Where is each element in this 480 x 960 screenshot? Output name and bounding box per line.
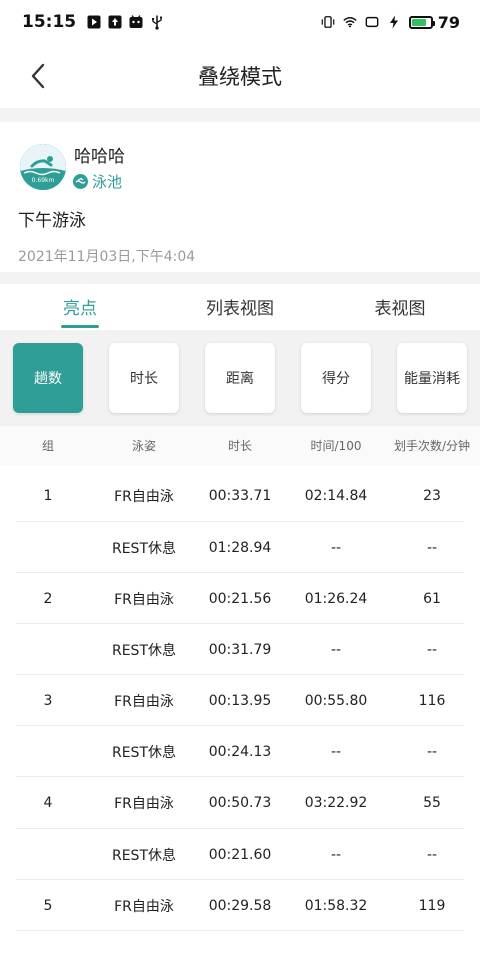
cell-duration: 00:33.71 bbox=[208, 487, 272, 504]
nav-bar: 叠绕模式 bbox=[0, 44, 480, 108]
cell-pace: 03:22.92 bbox=[304, 794, 368, 811]
avatar[interactable]: 0.69km bbox=[20, 144, 66, 190]
cell-duration: 00:21.56 bbox=[208, 590, 272, 607]
cell-stroke: FR自由泳 bbox=[114, 898, 174, 915]
wifi-icon bbox=[343, 15, 357, 29]
battery-level: 79 bbox=[437, 12, 460, 32]
cell-stroke-rate: -- bbox=[426, 846, 438, 863]
cell-duration: 00:21.60 bbox=[208, 846, 272, 863]
table-header: 组 泳姿 时长 时间/100 划手次数/分钟 bbox=[0, 426, 480, 464]
column-header-duration: 时长 bbox=[227, 438, 252, 453]
table-row[interactable]: REST休息 00:24.13 -- -- bbox=[0, 726, 480, 777]
table-row[interactable]: 5 FR自由泳 00:29.58 01:58.32 119 bbox=[0, 880, 480, 931]
status-right: 79 bbox=[321, 13, 460, 32]
cell-pace: 00:55.80 bbox=[304, 692, 368, 709]
table-row[interactable]: 1 FR自由泳 00:33.71 02:14.84 23 bbox=[0, 470, 480, 521]
cell-duration: 00:31.79 bbox=[208, 641, 272, 658]
avatar-badge: 0.69km bbox=[31, 177, 55, 184]
cell-duration: 01:28.94 bbox=[208, 539, 272, 556]
column-header-stroke: 泳姿 bbox=[131, 438, 156, 453]
status-bar: 15:15 79 bbox=[0, 0, 480, 44]
table-row[interactable]: REST休息 00:31.79 -- -- bbox=[0, 624, 480, 675]
battery-icon bbox=[408, 15, 435, 29]
cell-pace: 01:26.24 bbox=[304, 590, 368, 607]
post-card: 0.69km 哈哈哈 泳池 下午游泳 2021年11月03日,下午4:04 bbox=[0, 122, 480, 272]
filter-calories-button[interactable]: 能量消耗 bbox=[397, 343, 467, 413]
cell-stroke: FR自由泳 bbox=[114, 693, 174, 710]
cell-set: 4 bbox=[43, 794, 53, 811]
play-store-icon bbox=[87, 15, 101, 29]
post-date: 2021年11月03日,下午4:04 bbox=[18, 249, 196, 265]
filter-laps-button[interactable]: 趟数 bbox=[13, 343, 83, 413]
cell-stroke: FR自由泳 bbox=[114, 488, 174, 505]
cell-pace: -- bbox=[330, 743, 342, 760]
cell-stroke-rate: 61 bbox=[423, 590, 441, 607]
cell-pace: -- bbox=[330, 641, 342, 658]
cell-set: 3 bbox=[43, 692, 53, 709]
column-header-set: 组 bbox=[41, 438, 54, 453]
battery-indicator: 79 bbox=[408, 12, 460, 32]
cell-stroke-rate: 23 bbox=[423, 487, 441, 504]
cell-duration: 00:29.58 bbox=[208, 897, 272, 914]
cell-stroke-rate: 116 bbox=[418, 692, 446, 709]
charging-bolt-icon bbox=[387, 15, 401, 29]
username[interactable]: 哈哈哈 bbox=[74, 142, 125, 167]
battery-fill bbox=[411, 18, 426, 26]
view-tabs: 亮点 列表视图 表视图 bbox=[0, 284, 480, 328]
cell-stroke: FR自由泳 bbox=[114, 795, 174, 812]
usb-icon bbox=[150, 15, 164, 30]
cell-stroke-rate: -- bbox=[426, 539, 438, 556]
cell-duration: 00:24.13 bbox=[208, 743, 272, 760]
vibrate-icon bbox=[321, 15, 335, 29]
section-divider bbox=[0, 108, 480, 122]
filter-score-button[interactable]: 得分 bbox=[301, 343, 371, 413]
cell-stroke: FR自由泳 bbox=[114, 591, 174, 608]
page-title: 叠绕模式 bbox=[198, 65, 282, 89]
upload-notification-icon bbox=[108, 15, 122, 29]
cell-stroke-rate: 119 bbox=[418, 897, 446, 914]
table-row[interactable]: REST休息 00:21.60 -- -- bbox=[0, 829, 480, 880]
filter-duration-button[interactable]: 时长 bbox=[109, 343, 179, 413]
cell-set: 5 bbox=[43, 897, 53, 914]
column-header-pace: 时间/100 bbox=[310, 438, 362, 453]
sport-tag-label: 泳池 bbox=[92, 173, 123, 191]
status-time: 15:15 bbox=[22, 12, 77, 32]
table-row[interactable]: 3 FR自由泳 00:13.95 00:55.80 116 bbox=[0, 675, 480, 726]
tab-table-view[interactable]: 表视图 bbox=[320, 284, 480, 328]
cell-stroke-rate: -- bbox=[426, 641, 438, 658]
tab-highlights[interactable]: 亮点 bbox=[0, 284, 160, 328]
android-icon bbox=[129, 15, 143, 29]
status-left: 15:15 bbox=[22, 12, 164, 32]
cell-duration: 00:13.95 bbox=[208, 692, 272, 709]
sport-tag: 泳池 bbox=[73, 171, 122, 192]
cell-stroke: REST休息 bbox=[111, 540, 176, 557]
cell-duration: 00:50.73 bbox=[208, 794, 272, 811]
metric-filter-bar: 趟数 时长 距离 得分 能量消耗 bbox=[0, 330, 480, 426]
row-divider bbox=[16, 930, 464, 931]
table-row[interactable]: 2 FR自由泳 00:21.56 01:26.24 61 bbox=[0, 573, 480, 624]
section-divider bbox=[0, 272, 480, 284]
cell-stroke-rate: -- bbox=[426, 743, 438, 760]
cell-set: 2 bbox=[43, 590, 53, 607]
cell-pace: -- bbox=[330, 846, 342, 863]
cell-set: 1 bbox=[43, 487, 53, 504]
cell-stroke: REST休息 bbox=[111, 847, 176, 864]
cell-stroke-rate: 55 bbox=[423, 794, 441, 811]
cell-stroke: REST休息 bbox=[111, 744, 176, 761]
cell-pace: 02:14.84 bbox=[304, 487, 368, 504]
column-header-stroke-rate: 划手次数/分钟 bbox=[393, 438, 471, 453]
post-title: 下午游泳 bbox=[18, 211, 86, 231]
tab-list-view[interactable]: 列表视图 bbox=[160, 284, 320, 328]
back-button[interactable] bbox=[20, 58, 56, 94]
cell-pace: -- bbox=[330, 539, 342, 556]
no-sim-icon bbox=[365, 15, 379, 29]
table-row[interactable]: 4 FR自由泳 00:50.73 03:22.92 55 bbox=[0, 777, 480, 828]
filter-distance-button[interactable]: 距离 bbox=[205, 343, 275, 413]
chevron-left-icon bbox=[31, 63, 45, 89]
cell-pace: 01:58.32 bbox=[304, 897, 368, 914]
swim-tag-icon bbox=[73, 174, 88, 189]
table-row[interactable]: REST休息 01:28.94 -- -- bbox=[0, 522, 480, 573]
cell-stroke: REST休息 bbox=[111, 642, 176, 659]
